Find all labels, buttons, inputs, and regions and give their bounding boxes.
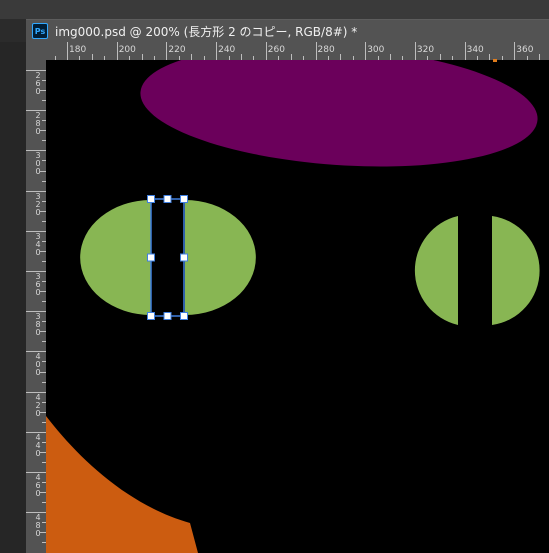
ruler-label: 420 xyxy=(35,392,41,418)
handle-middle-left xyxy=(147,253,155,262)
ruler-major-tick xyxy=(514,42,516,60)
window-top-strip xyxy=(0,0,549,19)
ruler-label: 460 xyxy=(35,473,41,498)
ruler-label: 320 xyxy=(35,191,41,217)
ruler-label: 260 xyxy=(35,71,41,96)
ruler-major-tick xyxy=(67,42,68,60)
ruler-major-tick xyxy=(216,42,218,60)
ruler-major-tick xyxy=(116,42,118,60)
transform-handles[interactable] xyxy=(147,195,188,320)
ruler-label: 200 xyxy=(118,45,136,55)
guide-marker xyxy=(493,59,497,62)
photoshop-icon: Ps xyxy=(32,23,48,39)
ruler-label: 280 xyxy=(317,45,335,55)
ruler-major-tick xyxy=(365,42,367,60)
ruler-label: 380 xyxy=(35,312,41,338)
document-tab-title: img000.psd @ 200% (長方形 2 のコピー, RGB/8#) * xyxy=(55,24,358,39)
ruler-label: 360 xyxy=(516,45,534,55)
ruler-origin-corner[interactable] xyxy=(26,42,46,60)
ruler-major-tick xyxy=(414,42,416,60)
left-eye-shape[interactable] xyxy=(80,200,256,315)
right-eye-right-half[interactable] xyxy=(492,216,540,325)
orange-shape[interactable] xyxy=(46,416,198,553)
ruler-major-tick xyxy=(265,42,267,60)
selected-rectangle-outline[interactable] xyxy=(150,198,185,317)
ruler-major-tick xyxy=(315,42,317,60)
ruler-label: 340 xyxy=(466,45,484,55)
handle-bottom-left xyxy=(147,312,155,320)
document-canvas[interactable] xyxy=(46,60,549,553)
ruler-label: 340 xyxy=(35,231,41,257)
ruler-label: 180 xyxy=(69,45,87,55)
handle-bottom-middle xyxy=(163,312,172,320)
handle-bottom-right xyxy=(180,312,188,320)
document-tab[interactable]: Ps img000.psd @ 200% (長方形 2 のコピー, RGB/8#… xyxy=(26,20,549,42)
vertical-ruler[interactable]: 260 280 300 320 340 360 380 400 420 440 460 480 xyxy=(26,60,46,553)
ruler-label: 300 xyxy=(367,45,385,55)
purple-ellipse-shape[interactable] xyxy=(136,60,541,179)
handle-top-middle xyxy=(163,195,172,203)
ruler-label: 300 xyxy=(35,151,41,177)
ruler-label: 240 xyxy=(218,45,236,55)
ruler-label: 360 xyxy=(35,272,41,297)
handle-top-left xyxy=(147,195,155,203)
ruler-label: 400 xyxy=(35,352,41,378)
artwork xyxy=(46,60,541,553)
right-eye-left-half[interactable] xyxy=(414,216,458,325)
ruler-label: 480 xyxy=(35,513,41,539)
ruler-label: 280 xyxy=(35,111,41,137)
handle-top-right xyxy=(180,195,188,203)
ruler-major-tick xyxy=(166,42,168,60)
horizontal-ruler[interactable]: 180200220240260280300320340360380400 xyxy=(46,42,549,60)
tool-panel-edge xyxy=(0,42,26,553)
ruler-label: 320 xyxy=(416,45,435,55)
ruler-label: 440 xyxy=(35,432,41,458)
ruler-major-tick xyxy=(464,42,466,60)
document-tab-bar: Ps img000.psd @ 200% (長方形 2 のコピー, RGB/8#… xyxy=(26,19,549,42)
handle-middle-right xyxy=(180,253,188,262)
ruler-label: 220 xyxy=(168,45,186,55)
ruler-label: 260 xyxy=(267,45,285,55)
